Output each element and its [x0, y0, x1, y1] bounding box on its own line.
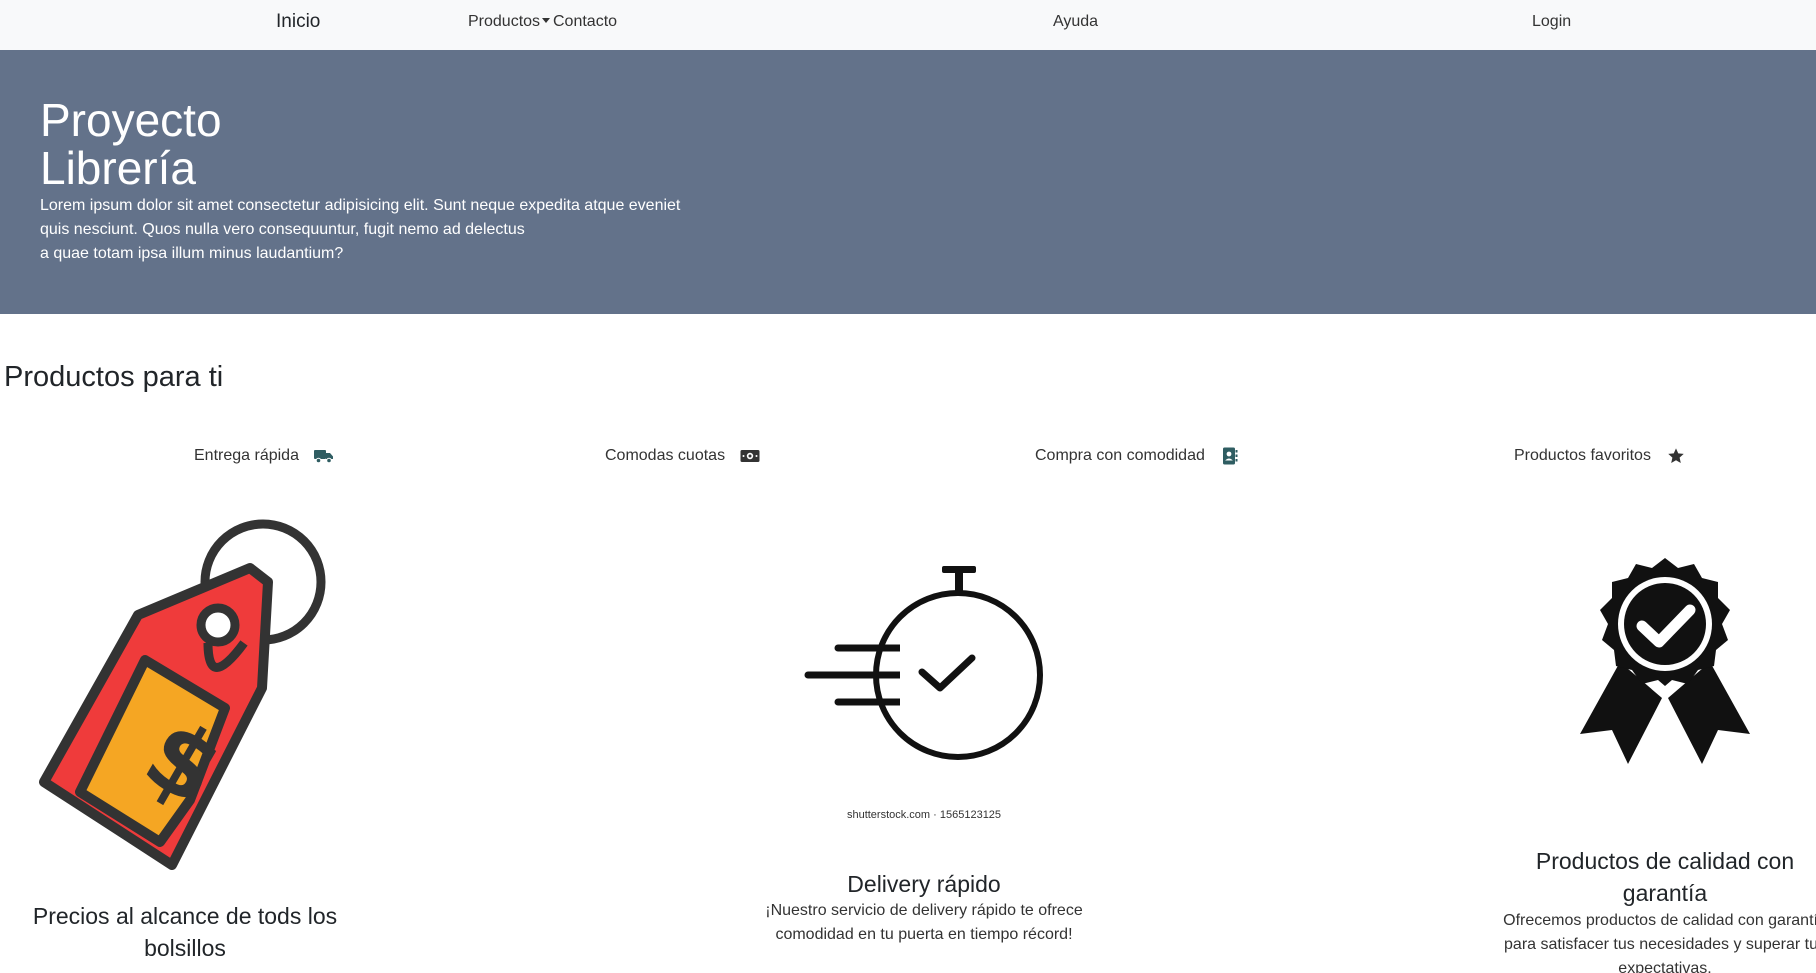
truck-icon [313, 447, 335, 465]
nav-products-label: Productos [468, 13, 541, 30]
hero-title: Proyecto Librería [40, 94, 222, 194]
stopwatch-image [800, 560, 1048, 765]
nav-login-link[interactable]: Login [1532, 13, 1571, 31]
nav-brand-inicio[interactable]: Inicio [276, 11, 320, 33]
feature-comfort-purchase: Compra con comodidad [1035, 447, 1241, 465]
hero-line-3: a quae totam ipsa illum minus laudantium… [40, 245, 344, 262]
feature-favorites: Productos favoritos [1514, 447, 1687, 465]
hero-line-1: Lorem ipsum dolor sit amet consectetur a… [40, 197, 681, 214]
feature-label: Compra con comodidad [1035, 447, 1205, 464]
section-title: Productos para ti [4, 361, 224, 393]
nav-products-dropdown[interactable]: Productos [468, 13, 551, 31]
hero-description: Lorem ipsum dolor sit amet consectetur a… [40, 194, 740, 266]
navbar: Inicio Productos Contacto Ayuda Login [0, 0, 1816, 50]
feature-label: Entrega rápida [194, 447, 299, 464]
nav-help-link[interactable]: Ayuda [1053, 13, 1098, 31]
feature-label: Comodas cuotas [605, 447, 726, 464]
hero-line-2: quis nesciunt. Quos nulla vero consequun… [40, 221, 525, 238]
nav-contact-link[interactable]: Contacto [553, 13, 617, 31]
star-icon [1665, 447, 1687, 465]
hero-banner: Proyecto Librería Lorem ipsum dolor sit … [0, 50, 1816, 314]
feature-installments: Comodas cuotas [605, 447, 761, 465]
money-bill-icon [739, 447, 761, 465]
card-title: Precios al alcance de tods los bolsillos [32, 903, 338, 961]
image-watermark: shutterstock.com · 1565123125 [846, 809, 1002, 821]
address-book-icon [1219, 447, 1241, 465]
card-text: Ofrecemos productos de calidad con garan… [1503, 912, 1816, 973]
card-title: Delivery rápido [847, 871, 1001, 897]
card-text: ¡Nuestro servicio de delivery rápido te … [765, 902, 1083, 943]
quality-badge-image [1570, 552, 1760, 774]
feature-label: Productos favoritos [1514, 447, 1651, 464]
card-title: Productos de calidad con garantía [1535, 848, 1795, 906]
feature-fast-delivery: Entrega rápida [194, 447, 335, 465]
caret-down-icon [542, 17, 551, 23]
price-tag-image: $ [30, 510, 340, 870]
